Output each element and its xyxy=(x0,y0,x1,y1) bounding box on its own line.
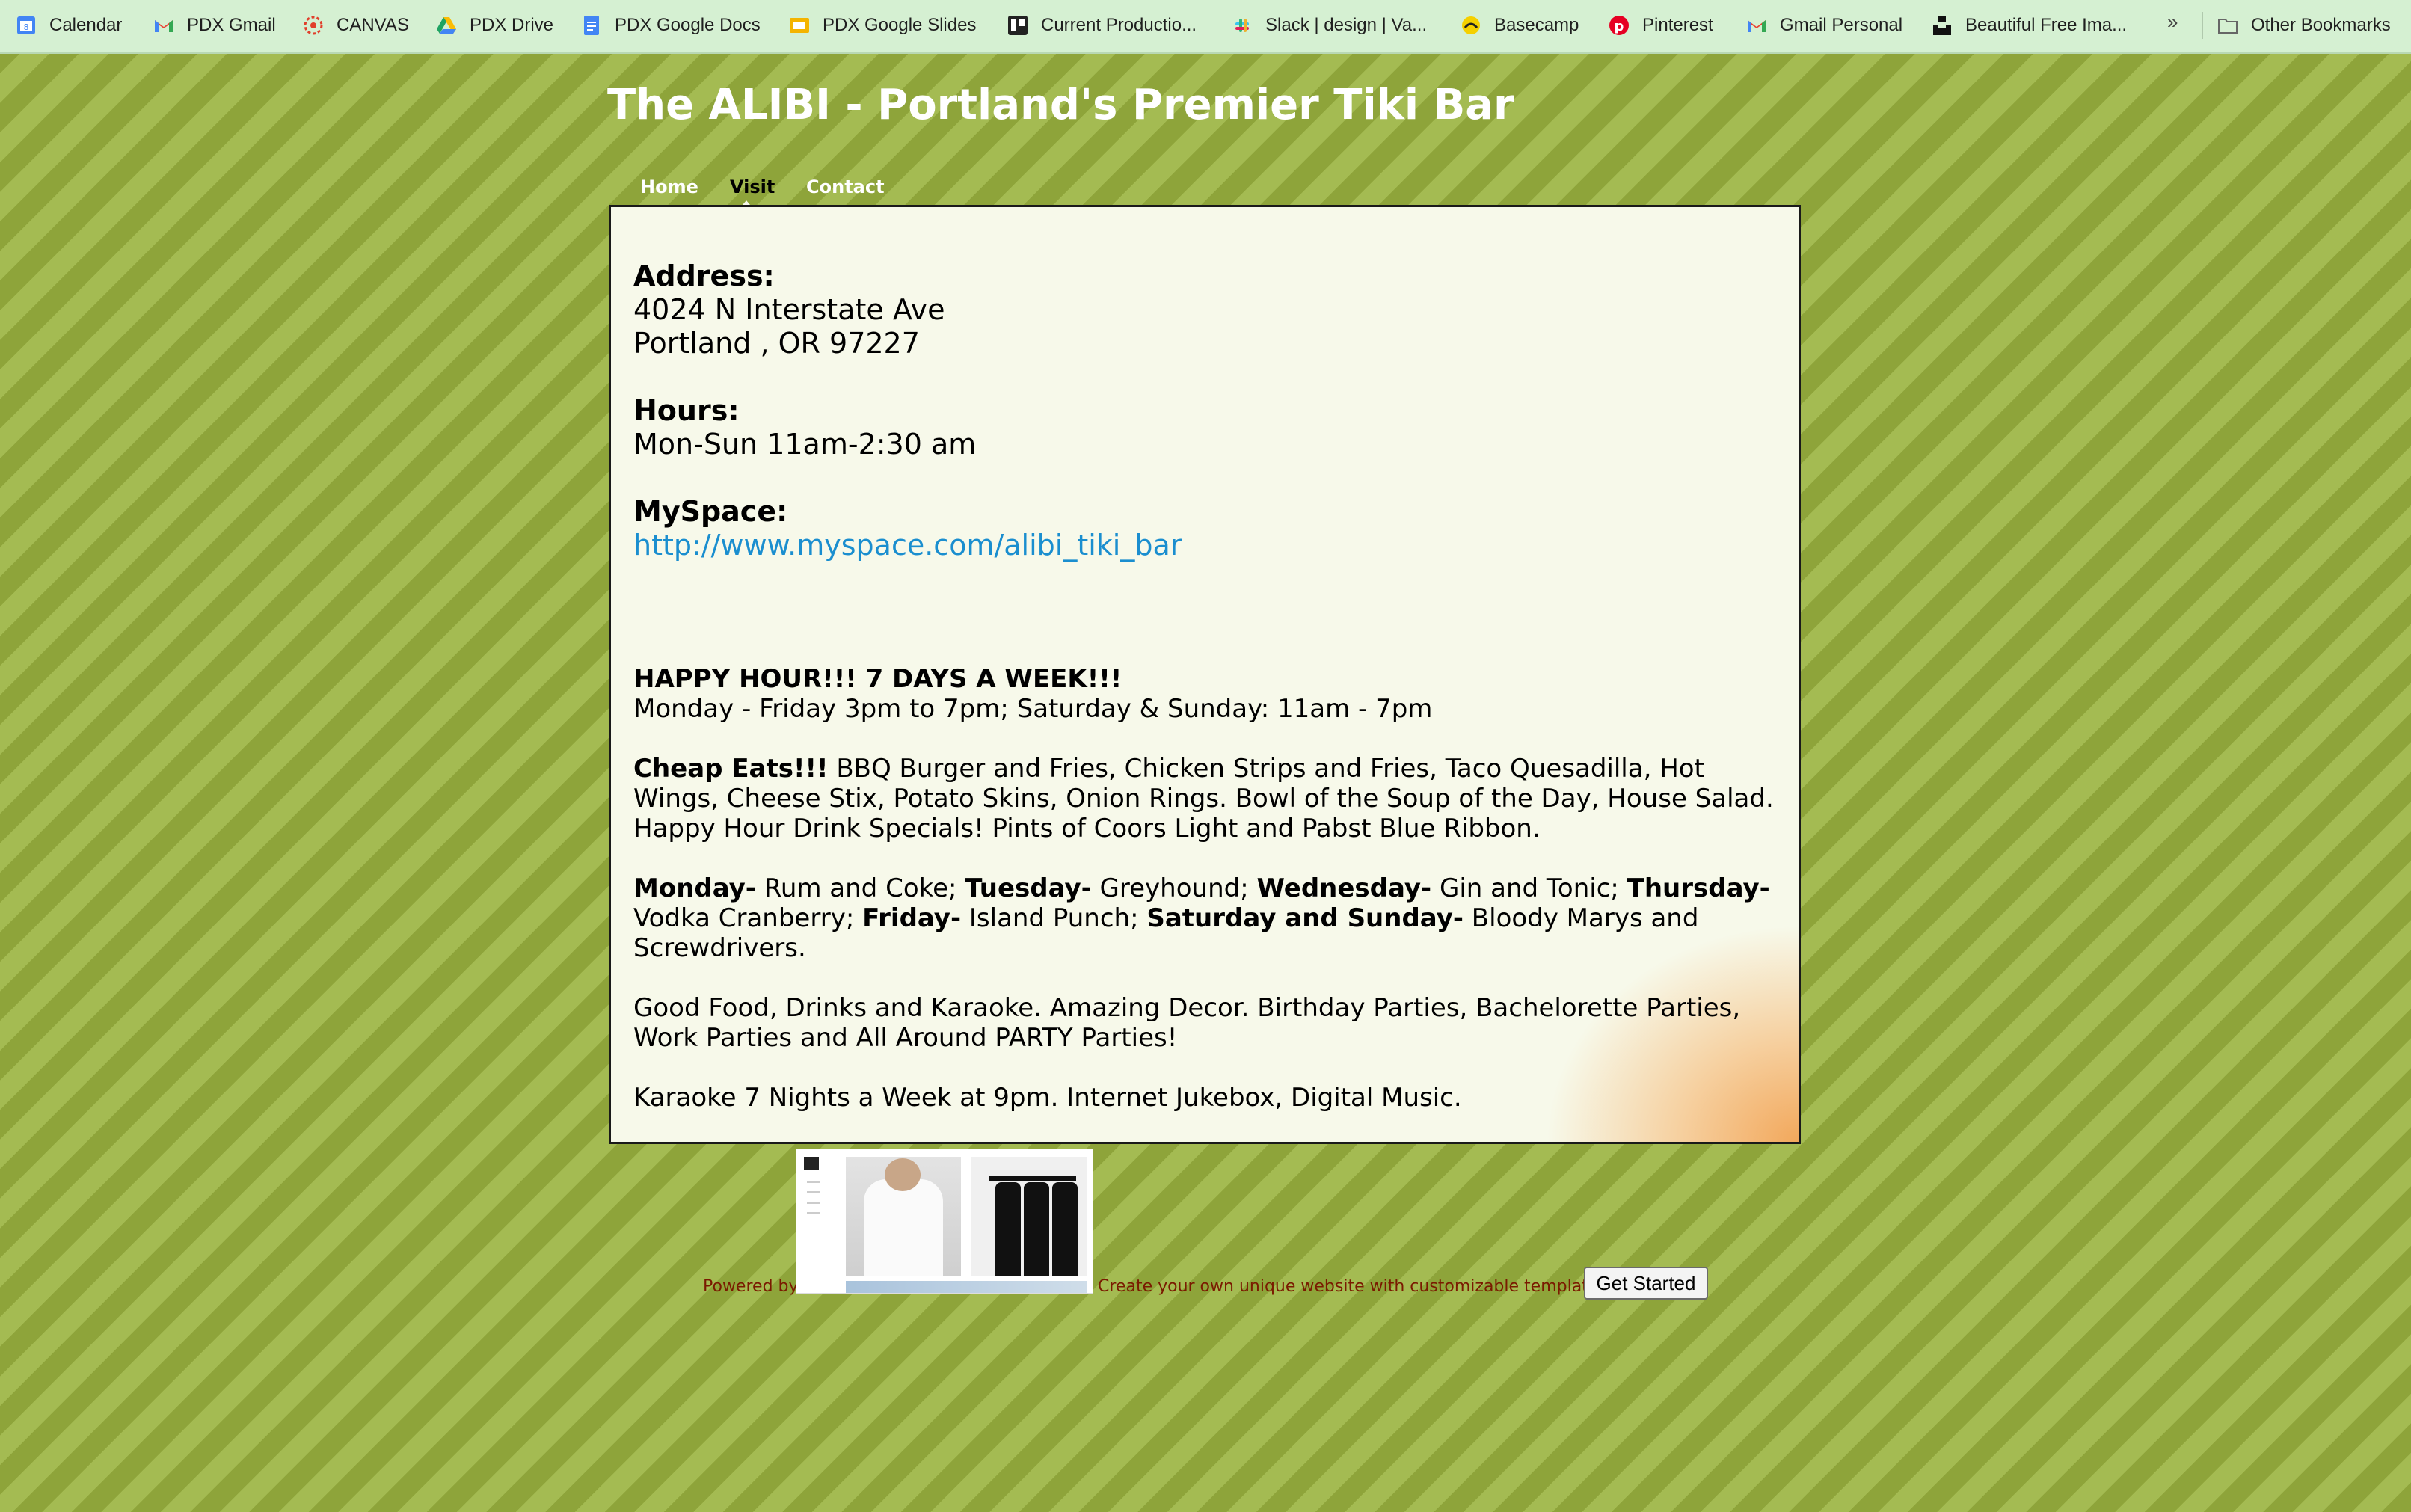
google-docs-icon xyxy=(580,14,603,37)
bookmark-label: PDX Drive xyxy=(470,15,554,35)
create-website-text: Create your own unique website with cust… xyxy=(1098,1277,1612,1296)
google-slides-icon xyxy=(788,14,811,37)
hours-label: Hours: xyxy=(633,394,740,427)
special-day: Friday- xyxy=(862,903,962,933)
special-day: Thursday- xyxy=(1627,873,1770,903)
powered-by-text: Powered by xyxy=(703,1277,799,1296)
template-preview-image[interactable] xyxy=(796,1149,1093,1294)
folder-icon xyxy=(2217,14,2239,37)
special-drink: Island Punch; xyxy=(961,903,1147,933)
happy-hour-title: HAPPY HOUR!!! 7 DAYS A WEEK!!! xyxy=(633,664,1122,694)
bookmark-pdx-google-slides[interactable]: PDX Google Slides xyxy=(788,0,976,51)
canvas-icon xyxy=(302,14,325,37)
address-line2: Portland , OR 97227 xyxy=(633,327,920,360)
myspace-label: MySpace: xyxy=(633,495,788,528)
svg-text:p: p xyxy=(1615,19,1624,34)
nav-contact[interactable]: Contact xyxy=(806,176,885,197)
happy-hour-times: Monday - Friday 3pm to 7pm; Saturday & S… xyxy=(633,694,1433,724)
bookmark-canvas[interactable]: CANVAS xyxy=(302,0,409,51)
bookmark-pinterest[interactable]: p Pinterest xyxy=(1608,0,1713,51)
special-day: Wednesday- xyxy=(1256,873,1432,903)
myspace-link[interactable]: http://www.myspace.com/alibi_tiki_bar xyxy=(633,529,1182,562)
special-drink: Rum and Coke; xyxy=(755,873,965,903)
get-started-button[interactable]: Get Started xyxy=(1584,1267,1708,1300)
bookmarks-bar: 8 Calendar PDX Gmail CANVAS PDX Drive PD… xyxy=(0,0,2411,54)
address-line1: 4024 N Interstate Ave xyxy=(633,293,945,326)
special-drink: Gin and Tonic; xyxy=(1431,873,1627,903)
bookmark-label: Gmail Personal xyxy=(1780,15,1903,35)
bookmark-label: Beautiful Free Ima... xyxy=(1965,15,2128,35)
drink-specials-paragraph: Monday- Rum and Coke; Tuesday- Greyhound… xyxy=(633,873,1785,963)
special-day: Saturday and Sunday- xyxy=(1146,903,1464,933)
karaoke-paragraph: Karaoke 7 Nights a Week at 9pm. Internet… xyxy=(633,1083,1462,1113)
trello-icon xyxy=(1007,14,1029,37)
bookmark-calendar[interactable]: 8 Calendar xyxy=(15,0,122,51)
bookmark-other-bookmarks[interactable]: Other Bookmarks xyxy=(2217,0,2391,51)
bookmark-pdx-gmail[interactable]: PDX Gmail xyxy=(153,0,276,51)
bookmark-current-production[interactable]: Current Productio... xyxy=(1007,0,1197,51)
bookmark-label: Current Productio... xyxy=(1041,15,1197,35)
google-calendar-icon: 8 xyxy=(15,14,37,37)
visit-content-panel: Address: 4024 N Interstate Ave Portland … xyxy=(609,205,1801,1144)
bookmark-label: Other Bookmarks xyxy=(2251,15,2391,35)
nav-visit[interactable]: Visit xyxy=(730,176,775,197)
bookmark-beautiful-free-images[interactable]: Beautiful Free Ima... xyxy=(1931,0,2127,51)
bookmark-label: PDX Gmail xyxy=(187,15,276,35)
special-day: Tuesday- xyxy=(965,873,1092,903)
special-drink: Greyhound; xyxy=(1091,873,1257,903)
bookmark-gmail-personal[interactable]: Gmail Personal xyxy=(1745,0,1902,51)
bookmark-slack[interactable]: Slack | design | Va... xyxy=(1231,0,1427,51)
svg-text:8: 8 xyxy=(24,22,29,32)
special-day: Monday- xyxy=(633,873,756,903)
google-drive-icon xyxy=(435,14,458,37)
nav-home[interactable]: Home xyxy=(640,176,698,197)
address-label: Address: xyxy=(633,259,775,292)
bookmark-label: Pinterest xyxy=(1642,15,1713,35)
unsplash-icon xyxy=(1931,14,1953,37)
bookmark-label: CANVAS xyxy=(337,15,409,35)
hours-value: Mon-Sun 11am-2:30 am xyxy=(633,428,977,461)
basecamp-icon xyxy=(1460,14,1482,37)
bookmark-label: PDX Google Slides xyxy=(823,15,977,35)
myspace-section: MySpace: http://www.myspace.com/alibi_ti… xyxy=(633,495,1785,562)
more-bookmarks-chevron[interactable]: » xyxy=(2167,10,2178,34)
special-drink: Vodka Cranberry; xyxy=(633,903,863,933)
good-food-paragraph: Good Food, Drinks and Karaoke. Amazing D… xyxy=(633,993,1741,1053)
pinterest-icon: p xyxy=(1608,14,1630,37)
site-title: The ALIBI - Portland's Premier Tiki Bar xyxy=(607,81,1514,129)
hours-section: Hours: Mon-Sun 11am-2:30 am xyxy=(633,394,1785,461)
bookmark-basecamp[interactable]: Basecamp xyxy=(1460,0,1579,51)
address-section: Address: 4024 N Interstate Ave Portland … xyxy=(633,259,1785,360)
bookmark-label: Calendar xyxy=(49,15,123,35)
powered-by-footer: Powered by Create your own unique websit… xyxy=(703,1149,1750,1300)
bookmark-label: Basecamp xyxy=(1494,15,1579,35)
gmail-icon xyxy=(153,14,175,37)
cheap-eats-paragraph: Cheap Eats!!! BBQ Burger and Fries, Chic… xyxy=(633,754,1785,843)
bookmark-pdx-drive[interactable]: PDX Drive xyxy=(435,0,553,51)
template-logo-icon xyxy=(804,1157,819,1170)
bookmark-label: PDX Google Docs xyxy=(615,15,761,35)
gmail-icon xyxy=(1745,14,1768,37)
bookmark-label: Slack | design | Va... xyxy=(1265,15,1428,35)
bookmark-pdx-google-docs[interactable]: PDX Google Docs xyxy=(580,0,761,51)
cheap-eats-label: Cheap Eats!!! xyxy=(633,754,829,784)
happy-hour-section: HAPPY HOUR!!! 7 DAYS A WEEK!!! Monday - … xyxy=(633,664,1785,724)
bookmarks-divider xyxy=(2202,12,2203,39)
slack-icon xyxy=(1231,14,1253,37)
